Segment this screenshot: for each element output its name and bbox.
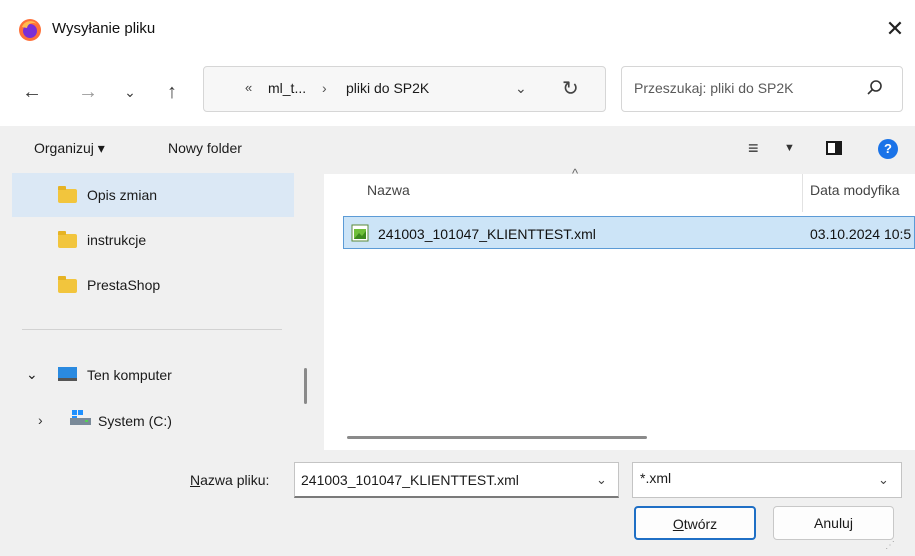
sidebar-item-label[interactable]: Opis zmian [87,187,157,203]
open-label-text: twórz [683,516,718,532]
sidebar-item-instrukcje[interactable]: instrukcje [87,232,146,248]
window-title: Wysyłanie pliku [52,20,156,37]
file-date: 03.10.2024 10:5 [810,226,912,242]
filename-label-text: azwa pliku: [200,472,270,488]
file-type-value[interactable]: *.xml [640,470,671,486]
organize-button[interactable]: Organizuj ▾ [34,140,105,157]
sidebar-item-prestashop[interactable]: PrestaShop [87,277,160,293]
file-name[interactable]: 241003_101047_KLIENTTEST.xml [378,226,596,242]
help-icon[interactable]: ? [878,139,898,159]
close-icon[interactable]: ✕ [880,14,910,44]
chevron-down-icon[interactable]: ⌄ [878,472,889,488]
preview-pane-icon[interactable] [826,141,842,155]
command-toolbar [0,126,915,174]
refresh-icon[interactable]: ↻ [562,76,579,101]
drive-icon [70,410,91,425]
back-arrow-icon[interactable]: ← [18,78,46,106]
xml-file-icon [351,224,369,242]
column-header-date[interactable]: Data modyfika [810,182,899,198]
sidebar-scrollbar[interactable] [304,368,307,404]
up-arrow-icon[interactable]: ↑ [158,78,186,106]
chevron-down-icon[interactable]: ⌄ [26,366,38,383]
breadcrumb-separator-icon[interactable]: › [322,80,327,96]
search-icon[interactable] [865,78,885,98]
folder-icon [58,276,77,293]
column-header-name[interactable]: Nazwa [367,182,410,198]
file-type-select[interactable] [632,462,902,498]
computer-icon [58,367,77,381]
chevron-down-icon[interactable]: ⌄ [596,472,607,488]
filename-value[interactable]: 241003_101047_KLIENTTEST.xml [301,472,519,488]
folder-icon [58,231,77,248]
forward-arrow-icon[interactable]: → [74,78,102,106]
address-dropdown-chevron-icon[interactable]: ⌄ [515,80,527,97]
firefox-icon [19,19,41,41]
breadcrumb-item-current[interactable]: pliki do SP2K [346,80,429,96]
sort-ascending-icon: ^ [572,166,579,181]
open-label-accel: O [672,516,684,532]
sidebar-divider [22,329,282,330]
sidebar-item-ten-komputer[interactable]: Ten komputer [87,367,172,383]
breadcrumb-item[interactable]: ml_t... [268,80,306,96]
filename-label-accel: N [190,472,201,488]
filename-label: Nazwa pliku: [190,472,269,488]
sidebar-item-system-c[interactable]: System (C:) [98,413,172,429]
search-placeholder: Przeszukaj: pliki do SP2K [634,80,794,96]
cancel-button[interactable]: Anuluj [773,506,894,540]
open-button[interactable]: Otwórz [634,506,756,540]
new-folder-button[interactable]: Nowy folder [168,140,242,156]
column-divider[interactable] [802,174,803,212]
horizontal-scrollbar[interactable] [347,436,647,439]
chevron-right-icon[interactable]: › [38,412,43,428]
folder-icon [58,186,77,203]
recent-locations-chevron-icon[interactable]: ⌄ [116,78,144,106]
view-options-icon[interactable]: ≡ [748,138,759,159]
breadcrumb-overflow[interactable]: « [245,80,252,95]
resize-grip-icon[interactable]: ⋰ [885,540,895,551]
view-dropdown-icon[interactable]: ▼ [784,142,795,154]
